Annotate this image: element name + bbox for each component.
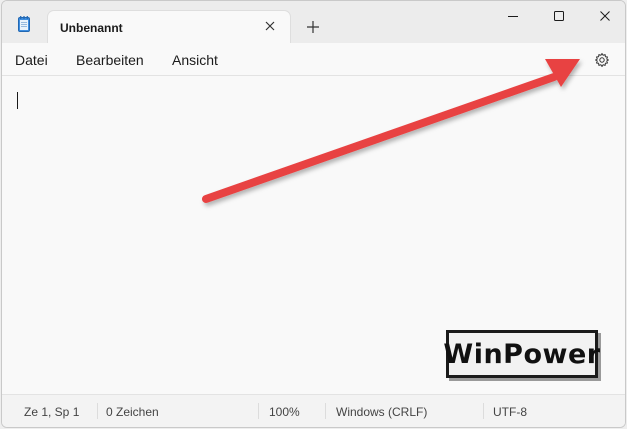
status-line-ending[interactable]: Windows (CRLF) bbox=[336, 405, 427, 419]
watermark-text: WinPower bbox=[443, 338, 601, 370]
status-char-count: 0 Zeichen bbox=[106, 405, 159, 419]
notepad-window: Unbenannt Datei Bearbeiten Ansicht WinPo… bbox=[1, 0, 626, 428]
status-separator bbox=[483, 403, 484, 419]
status-separator bbox=[258, 403, 259, 419]
status-bar: Ze 1, Sp 1 0 Zeichen 100% Windows (CRLF)… bbox=[2, 394, 625, 427]
status-encoding[interactable]: UTF-8 bbox=[493, 405, 527, 419]
status-zoom[interactable]: 100% bbox=[269, 405, 300, 419]
status-cursor-position: Ze 1, Sp 1 bbox=[24, 405, 80, 419]
winpower-watermark: WinPower bbox=[443, 330, 601, 378]
status-separator bbox=[325, 403, 326, 419]
status-separator bbox=[97, 403, 98, 419]
